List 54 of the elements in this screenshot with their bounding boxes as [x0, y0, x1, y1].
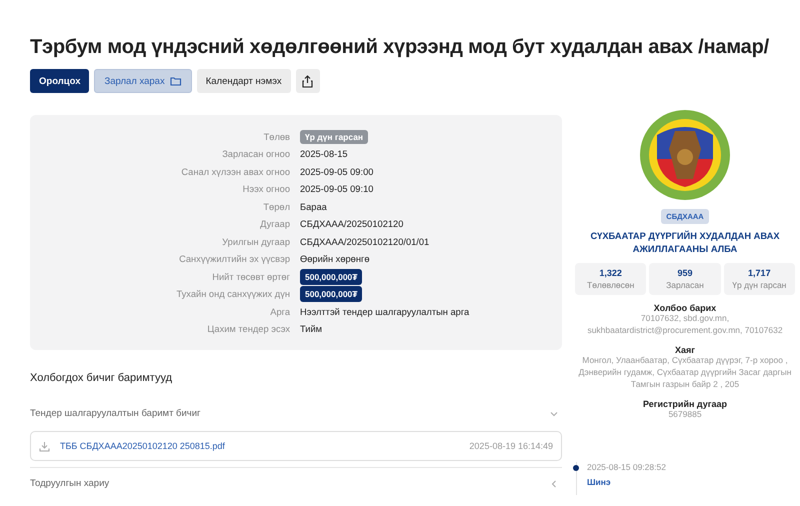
info-text: Монгол, Улаанбаатар, Сүхбаатар дүүрэг, 7-р хороо , Дэнверийн гудамж, Сүхбаатар дүүргийн Засаг даргын Тамгын газрын байр 2 , 205: [578, 354, 792, 391]
info-heading: Холбоо барих: [654, 303, 716, 314]
stat-value: 1,717: [748, 268, 771, 278]
info-text: 5679885: [668, 408, 702, 420]
page-title: Тэрбум мод үндэсний хөдөлгөөний хүрээнд мод бут худалдан авах /намар/: [30, 36, 770, 59]
info-text: 70107632, sbd.gov.mn, sukhbaatardistrict@procurement.gov.mn, 70107632: [586, 313, 784, 337]
detail-value: 2025-08-15: [300, 149, 348, 160]
detail-label: Тухайн онд санхүүжих дүн: [176, 289, 291, 300]
add-calendar-button[interactable]: Календарт нэмэх: [196, 69, 291, 93]
detail-value: 2025-09-05 09:10: [300, 184, 374, 194]
detail-label: Нийт төсөвт өртөг: [211, 272, 291, 282]
info-heading: Регистрийн дугаар: [642, 398, 728, 409]
status-badge: Үр дүн гарсан: [300, 130, 368, 144]
file-row[interactable]: ТББ СБДХААА20250102120 250815.pdf 2025-08-19 16:14:49: [30, 431, 562, 461]
detail-value: 2025-09-05 09:00: [300, 166, 374, 177]
detail-label: Санал хүлээн авах огноо: [180, 166, 291, 177]
accordion-header[interactable]: Тодруулгын хариу: [30, 472, 562, 501]
stat-value: 959: [677, 268, 692, 278]
detail-label: Дугаар: [259, 219, 291, 230]
timeline-time: 2025-08-15 09:28:52: [587, 462, 666, 472]
info-heading: Хаяг: [674, 344, 695, 355]
detail-value: СБДХААА/20250102120/01/01: [300, 236, 430, 247]
file-link[interactable]: ТББ СБДХААА20250102120 250815.pdf: [60, 441, 460, 451]
detail-label: Төлөв: [262, 132, 291, 142]
stat-label: Үр дүн гарсан: [732, 280, 786, 290]
detail-label: Санхүүжилтийн эх үүсвэр: [178, 254, 291, 264]
download-icon: [39, 440, 50, 452]
accordion-header[interactable]: Тендер шалгаруулалтын баримт бичиг: [30, 402, 562, 431]
stat-label: Зарласан: [666, 280, 704, 290]
share-icon: [302, 74, 314, 88]
detail-label: Төрөл: [262, 202, 291, 212]
file-date: 2025-08-19 16:14:49: [469, 441, 553, 451]
detail-value: Нээлттэй тендер шалгаруулалтын арга: [300, 306, 470, 317]
share-button[interactable]: [296, 69, 320, 93]
detail-label: Зарласан огноо: [221, 149, 291, 160]
participate-button[interactable]: Оролцох: [30, 69, 90, 93]
amount-badge: 500,000,000₮: [300, 286, 362, 302]
timeline-status: Шинэ: [587, 477, 612, 488]
detail-value: СБДХААА/20250102120: [300, 219, 404, 230]
detail-value: Бараа: [300, 202, 327, 212]
detail-label: Урилгын дугаар: [221, 236, 291, 247]
amount-badge: 500,000,000₮: [300, 268, 362, 285]
stat-value: 1,322: [599, 268, 622, 278]
timeline-dot: [573, 465, 579, 472]
stat-label: Төлөвлөсөн: [587, 280, 634, 290]
view-notice-button[interactable]: Зарлал харах: [94, 69, 192, 93]
folder-icon: [170, 76, 182, 86]
detail-label: Цахим тендер эсэх: [206, 324, 291, 334]
detail-label: Нээх огноо: [242, 184, 291, 194]
documents-heading: Холбогдох бичиг баримтууд: [30, 372, 174, 384]
detail-value: Тийм: [300, 324, 322, 334]
detail-value: Өөрийн хөрөнгө: [300, 254, 370, 264]
detail-label: Арга: [269, 306, 291, 317]
organization-name[interactable]: СҮХБААТАР ДҮҮРГИЙН ХУДАЛДАН АВАХ АЖИЛЛАГААНЫ АЛБА: [590, 230, 780, 256]
